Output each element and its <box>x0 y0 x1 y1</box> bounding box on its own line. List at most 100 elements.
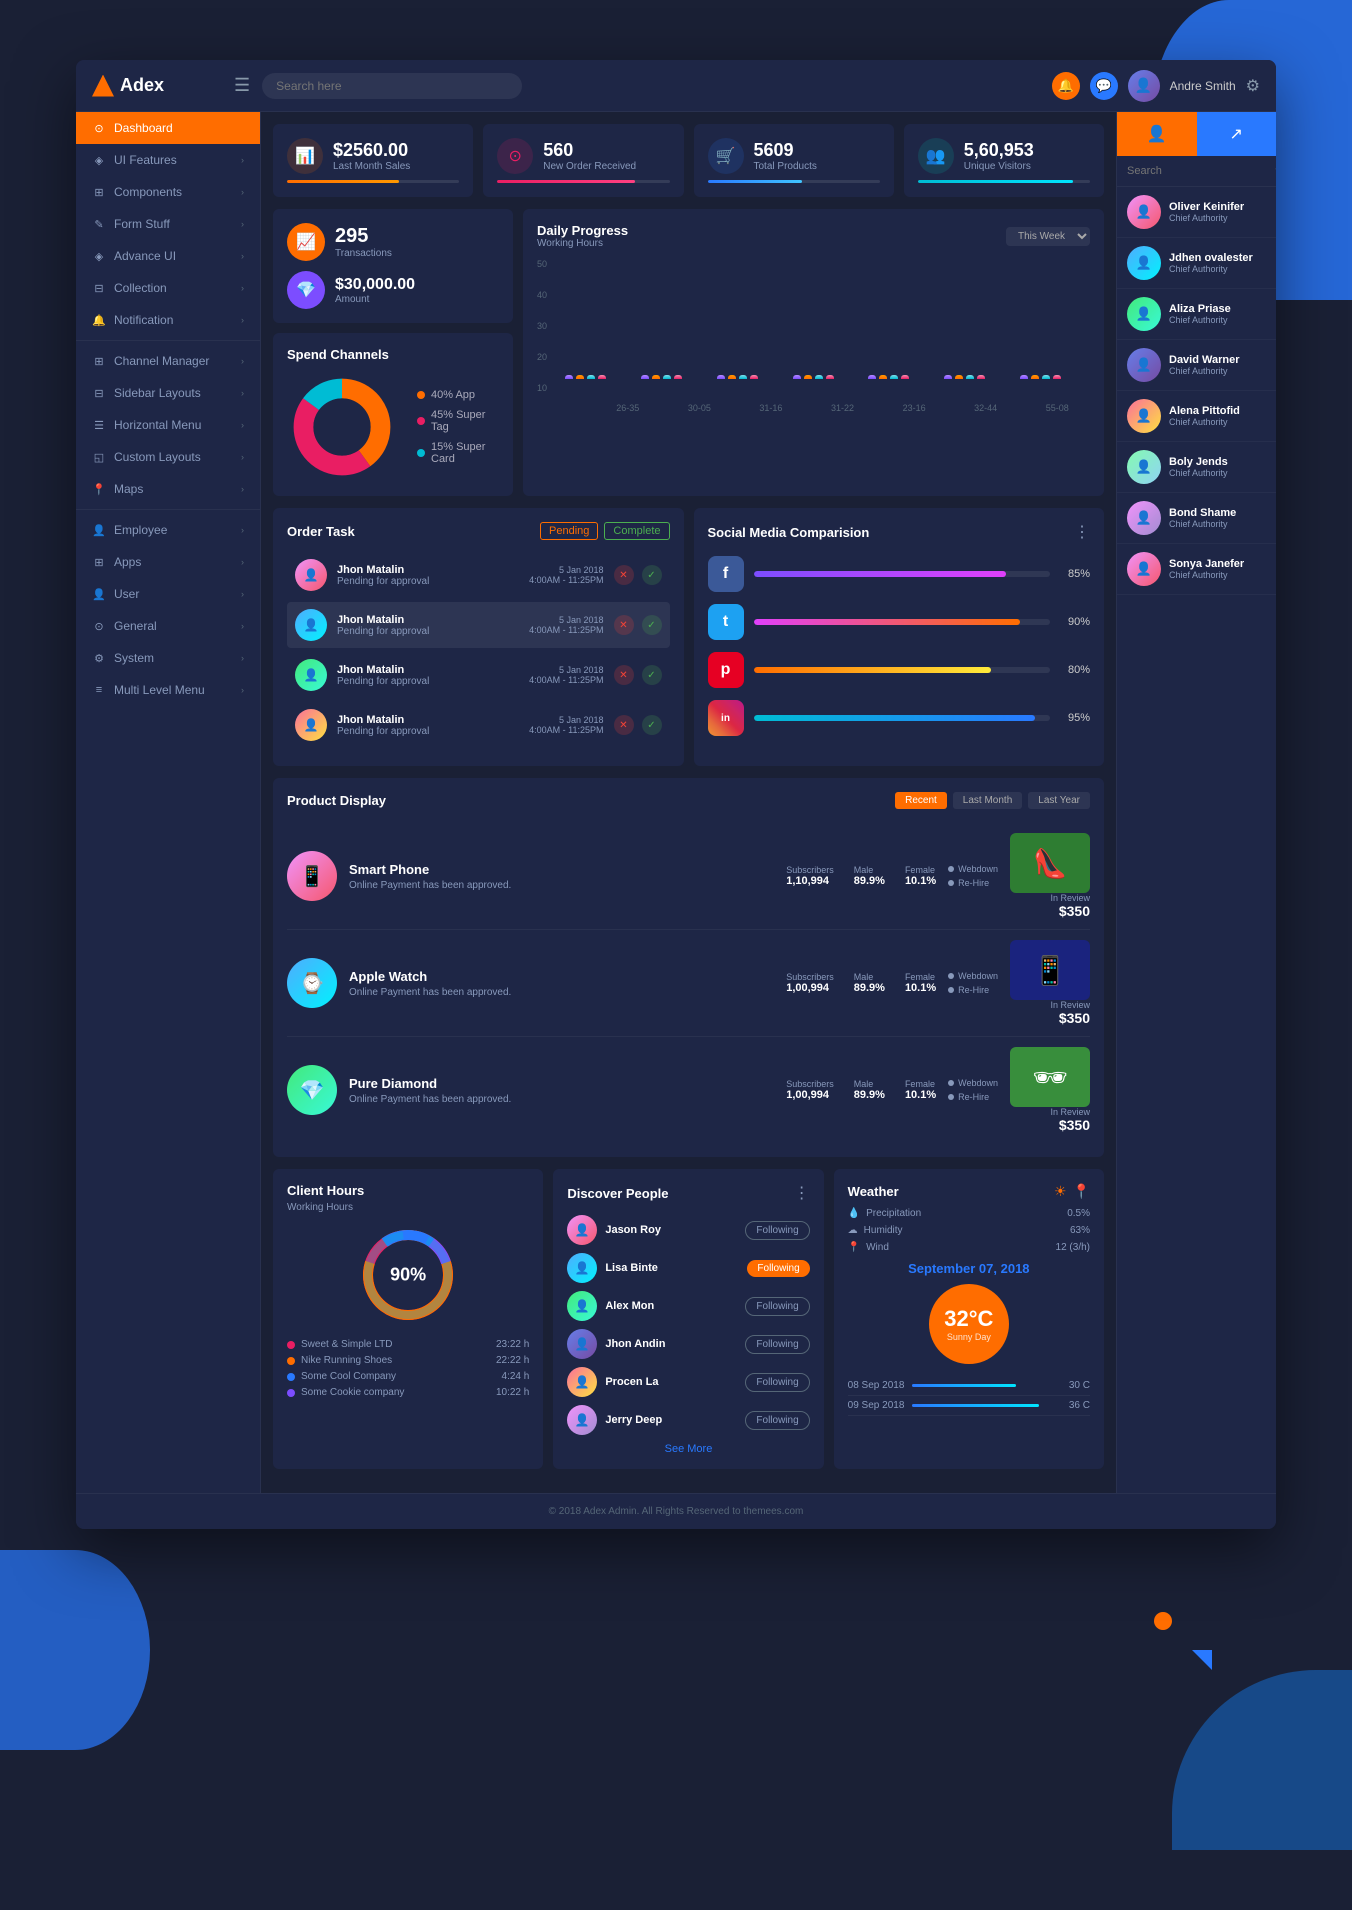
approve-button[interactable]: ✓ <box>642 715 662 735</box>
social-media-card: Social Media Comparision ⋮ f 85% t <box>694 508 1105 766</box>
contact-item[interactable]: 👤 Aliza Priase Chief Authority <box>1117 289 1276 340</box>
product-review: In Review <box>1010 893 1090 903</box>
tab-last-month[interactable]: Last Month <box>953 792 1022 809</box>
reject-button[interactable]: ✕ <box>614 615 634 635</box>
logo: Adex <box>92 75 222 97</box>
reject-button[interactable]: ✕ <box>614 565 634 585</box>
contact-role: Chief Authority <box>1169 519 1266 529</box>
notification-bell-button[interactable]: 🔔 <box>1052 72 1080 100</box>
sidebar-item-label: Multi Level Menu <box>114 683 205 697</box>
sidebar-item-apps[interactable]: ⊞ Apps › <box>76 546 260 578</box>
contact-item[interactable]: 👤 Jdhen ovalester Chief Authority <box>1117 238 1276 289</box>
sidebar-item-maps[interactable]: 📍 Maps › <box>76 473 260 505</box>
search-input[interactable] <box>262 73 522 99</box>
sidebar-item-general[interactable]: ⊙ General › <box>76 610 260 642</box>
contact-item[interactable]: 👤 Boly Jends Chief Authority <box>1117 442 1276 493</box>
sidebar-item-label: UI Features <box>114 153 177 167</box>
sidebar-item-notification[interactable]: 🔔 Notification › <box>76 304 260 336</box>
social-facebook-row: f 85% <box>708 556 1091 592</box>
sidebar-item-channel-manager[interactable]: ⊞ Channel Manager › <box>76 345 260 377</box>
contacts-tab[interactable]: 👤 <box>1117 112 1197 156</box>
sidebar-item-label: Horizontal Menu <box>114 418 201 432</box>
follow-button[interactable]: Following <box>745 1297 809 1316</box>
approve-button[interactable]: ✓ <box>642 565 662 585</box>
wind-icon: 📍 <box>848 1242 860 1253</box>
sidebar-item-form-stuff[interactable]: ✎ Form Stuff › <box>76 208 260 240</box>
contact-item[interactable]: 👤 Oliver Keinifer Chief Authority <box>1117 187 1276 238</box>
product-subscribers: 1,00,994 <box>786 1089 834 1101</box>
right-search-input[interactable] <box>1127 165 1269 177</box>
sidebar-item-label: Employee <box>114 523 167 537</box>
complete-tab[interactable]: Complete <box>604 522 669 540</box>
sidebar-item-label: Maps <box>114 482 143 496</box>
tasks-social-row: Order Task Pending Complete 👤 Jhon Matal… <box>273 508 1104 766</box>
reject-button[interactable]: ✕ <box>614 665 634 685</box>
order-name: Jhon Matalin <box>337 714 519 726</box>
order-row: 👤 Jhon Matalin Pending for approval 5 Ja… <box>287 652 670 698</box>
follow-button[interactable]: Following <box>745 1221 809 1240</box>
order-name: Jhon Matalin <box>337 664 519 676</box>
contact-item[interactable]: 👤 Bond Shame Chief Authority <box>1117 493 1276 544</box>
amount-label: Amount <box>335 294 415 305</box>
nav-chat-button[interactable]: 💬 <box>1090 72 1118 100</box>
reject-button[interactable]: ✕ <box>614 715 634 735</box>
gear-icon[interactable]: ⚙ <box>1246 76 1260 96</box>
facebook-icon: f <box>708 556 744 592</box>
weather-card: Weather ☀ 📍 💧Precipitation 0.5% ☁Humidit… <box>834 1169 1104 1469</box>
sales-icon: 📊 <box>287 138 323 174</box>
chart-x-labels: 26-35 30-05 31-16 31-22 23-16 32-44 55-0… <box>565 403 1090 413</box>
sidebar-item-custom-layouts[interactable]: ◱ Custom Layouts › <box>76 441 260 473</box>
pending-tab[interactable]: Pending <box>540 522 598 540</box>
stat-cards: 📊 $2560.00 Last Month Sales ⊙ 560 New Or… <box>273 124 1104 197</box>
product-female: 10.1% <box>905 1089 936 1101</box>
sidebar-item-dashboard[interactable]: ⊙ Dashboard <box>76 112 260 144</box>
week-selector[interactable]: This Week <box>1006 227 1090 246</box>
order-task-title: Order Task <box>287 524 355 539</box>
discover-menu-icon[interactable]: ⋮ <box>794 1183 810 1203</box>
follow-button[interactable]: Following <box>745 1411 809 1430</box>
logo-icon <box>92 75 114 97</box>
tab-last-year[interactable]: Last Year <box>1028 792 1090 809</box>
product-row: 📱 Smart Phone Online Payment has been ap… <box>287 823 1090 930</box>
tab-recent[interactable]: Recent <box>895 792 947 809</box>
hamburger-icon[interactable]: ☰ <box>234 75 250 96</box>
follow-button[interactable]: Following <box>745 1373 809 1392</box>
sidebar-item-system[interactable]: ⚙ System › <box>76 642 260 674</box>
sidebar-item-user[interactable]: 👤 User › <box>76 578 260 610</box>
product-price: $350 <box>1010 903 1090 919</box>
discover-avatar: 👤 <box>567 1367 597 1397</box>
follow-button[interactable]: Following <box>747 1260 809 1277</box>
sidebar-item-label: General <box>114 619 157 633</box>
order-date: 5 Jan 2018 <box>529 615 603 625</box>
contact-item[interactable]: 👤 Alena Pittofid Chief Authority <box>1117 391 1276 442</box>
employee-icon: 👤 <box>92 524 106 537</box>
sidebar-item-multi-level-menu[interactable]: ≡ Multi Level Menu › <box>76 674 260 706</box>
avatar[interactable]: 👤 <box>1128 70 1160 102</box>
maps-icon: 📍 <box>92 483 106 496</box>
sidebar-item-components[interactable]: ⊞ Components › <box>76 176 260 208</box>
contact-role: Chief Authority <box>1169 570 1266 580</box>
contact-item[interactable]: 👤 Sonya Janefer Chief Authority <box>1117 544 1276 595</box>
sidebar-item-label: Components <box>114 185 182 199</box>
sidebar-item-sidebar-layouts[interactable]: ⊟ Sidebar Layouts › <box>76 377 260 409</box>
follow-button[interactable]: Following <box>745 1335 809 1354</box>
sidebar-item-advance-ui[interactable]: ◈ Advance UI › <box>76 240 260 272</box>
product-avatar: 💎 <box>287 1065 337 1115</box>
sidebar-item-employee[interactable]: 👤 Employee › <box>76 514 260 546</box>
sidebar-item-ui-features[interactable]: ◈ UI Features › <box>76 144 260 176</box>
share-tab[interactable]: ↗ <box>1197 112 1277 156</box>
visitors-value: 5,60,953 <box>964 140 1034 161</box>
sidebar-item-collection[interactable]: ⊟ Collection › <box>76 272 260 304</box>
sun-icon: ☀ <box>1054 1183 1067 1200</box>
sidebar-item-horizontal-menu[interactable]: ☰ Horizontal Menu › <box>76 409 260 441</box>
product-name: Apple Watch <box>349 969 774 984</box>
chevron-right-icon: › <box>241 251 244 261</box>
order-avatar: 👤 <box>295 609 327 641</box>
see-more-link[interactable]: See More <box>567 1443 809 1455</box>
sidebar: ⊙ Dashboard ◈ UI Features › ⊞ Components… <box>76 112 261 1493</box>
contact-item[interactable]: 👤 David Warner Chief Authority <box>1117 340 1276 391</box>
approve-button[interactable]: ✓ <box>642 615 662 635</box>
social-menu-icon[interactable]: ⋮ <box>1074 522 1090 542</box>
precipitation-icon: 💧 <box>848 1208 860 1219</box>
approve-button[interactable]: ✓ <box>642 665 662 685</box>
